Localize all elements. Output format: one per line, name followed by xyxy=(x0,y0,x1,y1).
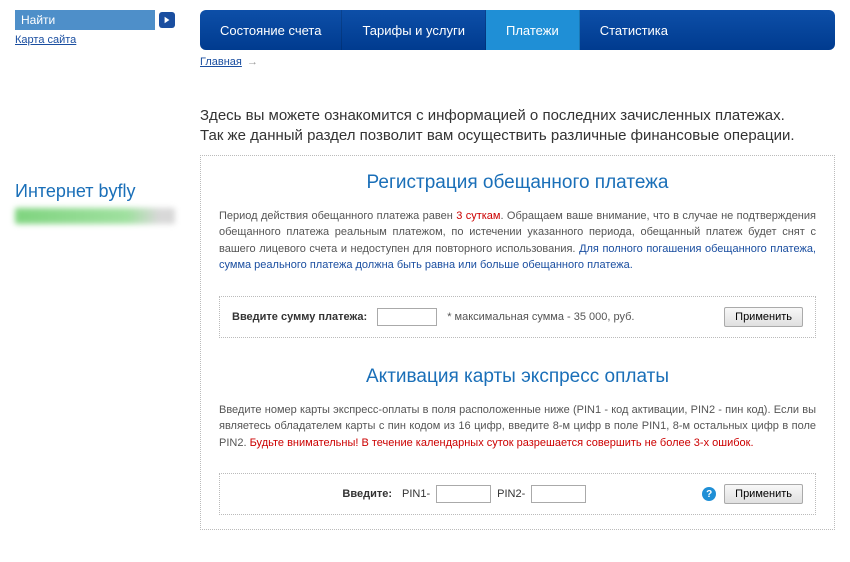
pin2-label: PIN2- xyxy=(497,488,525,500)
section2-text: Введите номер карты экспресс-оплаты в по… xyxy=(219,402,816,452)
s1-text-before: Период действия обещанного платежа равен xyxy=(219,210,456,222)
sitemap-link[interactable]: Карта сайта xyxy=(15,34,76,46)
play-icon xyxy=(163,16,171,24)
byfly-heading: Интернет byfly xyxy=(15,181,190,202)
main-tabs: Состояние счета Тарифы и услуги Платежи … xyxy=(200,10,835,50)
search-input[interactable] xyxy=(15,10,155,30)
help-icon[interactable]: ? xyxy=(702,487,716,501)
section1-title: Регистрация обещанного платежа xyxy=(219,172,816,194)
payment-apply-button[interactable]: Применить xyxy=(724,307,803,327)
breadcrumb-home[interactable]: Главная xyxy=(200,56,242,68)
byfly-subline xyxy=(15,208,175,224)
payment-max-hint: * максимальная сумма - 35 000, руб. xyxy=(447,311,634,323)
pin1-input[interactable] xyxy=(436,485,491,503)
card-apply-button[interactable]: Применить xyxy=(724,484,803,504)
intro-line2: Так же данный раздел позволит вам осущес… xyxy=(200,127,795,144)
search-button[interactable] xyxy=(159,12,175,28)
section1-text: Период действия обещанного платежа равен… xyxy=(219,208,816,274)
tab-statistics[interactable]: Статистика xyxy=(580,10,835,50)
card-activation-form: Введите: PIN1- PIN2- ? Применить xyxy=(219,473,816,515)
s1-red: 3 суткам xyxy=(456,210,500,222)
tab-tariffs[interactable]: Тарифы и услуги xyxy=(342,10,486,50)
pin2-input[interactable] xyxy=(531,485,586,503)
breadcrumb-arrow: → xyxy=(247,56,258,68)
payment-amount-input[interactable] xyxy=(377,308,437,326)
intro-text: Здесь вы можете ознакомится с информацие… xyxy=(200,106,835,147)
tab-account-state[interactable]: Состояние счета xyxy=(200,10,342,50)
s2-red: Будьте внимательны! В течение календарны… xyxy=(250,437,754,449)
breadcrumb: Главная → xyxy=(200,56,835,68)
card-form-label: Введите: xyxy=(232,488,392,500)
intro-line1: Здесь вы можете ознакомится с информацие… xyxy=(200,107,785,124)
payment-amount-label: Введите сумму платежа: xyxy=(232,311,367,323)
pin1-label: PIN1- xyxy=(402,488,430,500)
section2-title: Активация карты экспресс оплаты xyxy=(219,366,816,388)
tab-payments[interactable]: Платежи xyxy=(486,10,580,50)
payment-amount-form: Введите сумму платежа: * максимальная су… xyxy=(219,296,816,338)
